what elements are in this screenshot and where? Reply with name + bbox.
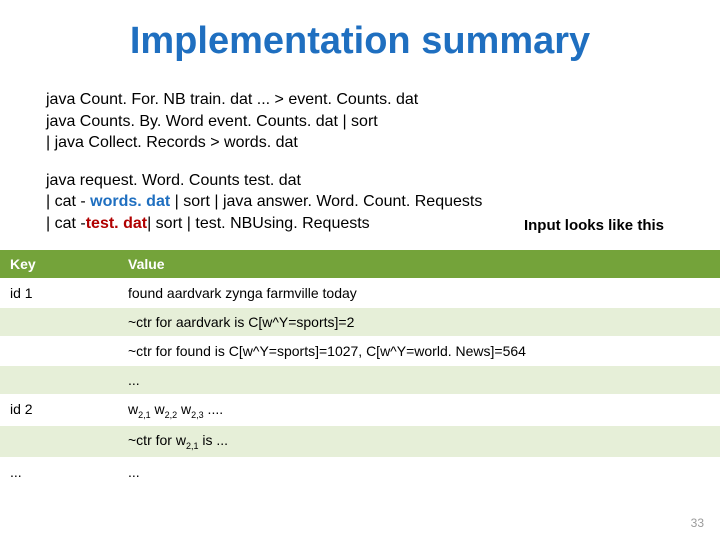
cell-value: found aardvark zynga farmville today bbox=[118, 278, 720, 307]
code-block-2: java request. Word. Counts test. dat | c… bbox=[46, 170, 674, 235]
cell-key bbox=[0, 307, 118, 336]
slide-title: Implementation summary bbox=[0, 0, 720, 89]
cell-value: ~ctr for w2,1 is ... bbox=[118, 426, 720, 458]
table-row: ... bbox=[0, 365, 720, 394]
data-table: Key Value id 1found aardvark zynga farmv… bbox=[0, 249, 720, 488]
code-line: java request. Word. Counts test. dat bbox=[46, 170, 674, 192]
cell-value: ~ctr for found is C[w^Y=sports]=1027, C[… bbox=[118, 336, 720, 365]
table-row: ...... bbox=[0, 458, 720, 487]
cell-key bbox=[0, 336, 118, 365]
cell-value: w2,1 w2,2 w2,3 .... bbox=[118, 394, 720, 426]
table-row: ~ctr for found is C[w^Y=sports]=1027, C[… bbox=[0, 336, 720, 365]
cell-key bbox=[0, 426, 118, 458]
table-row: ~ctr for w2,1 is ... bbox=[0, 426, 720, 458]
cell-key bbox=[0, 365, 118, 394]
code-line: java Count. For. NB train. dat ... > eve… bbox=[46, 89, 674, 111]
page-number: 33 bbox=[691, 516, 704, 530]
table-row: id 1found aardvark zynga farmville today bbox=[0, 278, 720, 307]
cell-key: ... bbox=[0, 458, 118, 487]
table-row: id 2w2,1 w2,2 w2,3 .... bbox=[0, 394, 720, 426]
cell-value: ... bbox=[118, 365, 720, 394]
code-block-1: java Count. For. NB train. dat ... > eve… bbox=[46, 89, 674, 154]
table-body: id 1found aardvark zynga farmville today… bbox=[0, 278, 720, 487]
code-line: | java Collect. Records > words. dat bbox=[46, 132, 674, 154]
code-line: java Counts. By. Word event. Counts. dat… bbox=[46, 111, 674, 133]
cell-key: id 2 bbox=[0, 394, 118, 426]
cell-value: ~ctr for aardvark is C[w^Y=sports]=2 bbox=[118, 307, 720, 336]
col-header-value: Value bbox=[118, 249, 720, 278]
cell-key: id 1 bbox=[0, 278, 118, 307]
table-row: ~ctr for aardvark is C[w^Y=sports]=2 bbox=[0, 307, 720, 336]
cell-value: ... bbox=[118, 458, 720, 487]
col-header-key: Key bbox=[0, 249, 118, 278]
code-line: | cat - words. dat | sort | java answer.… bbox=[46, 191, 674, 213]
annotation-note: Input looks like this bbox=[524, 216, 664, 236]
